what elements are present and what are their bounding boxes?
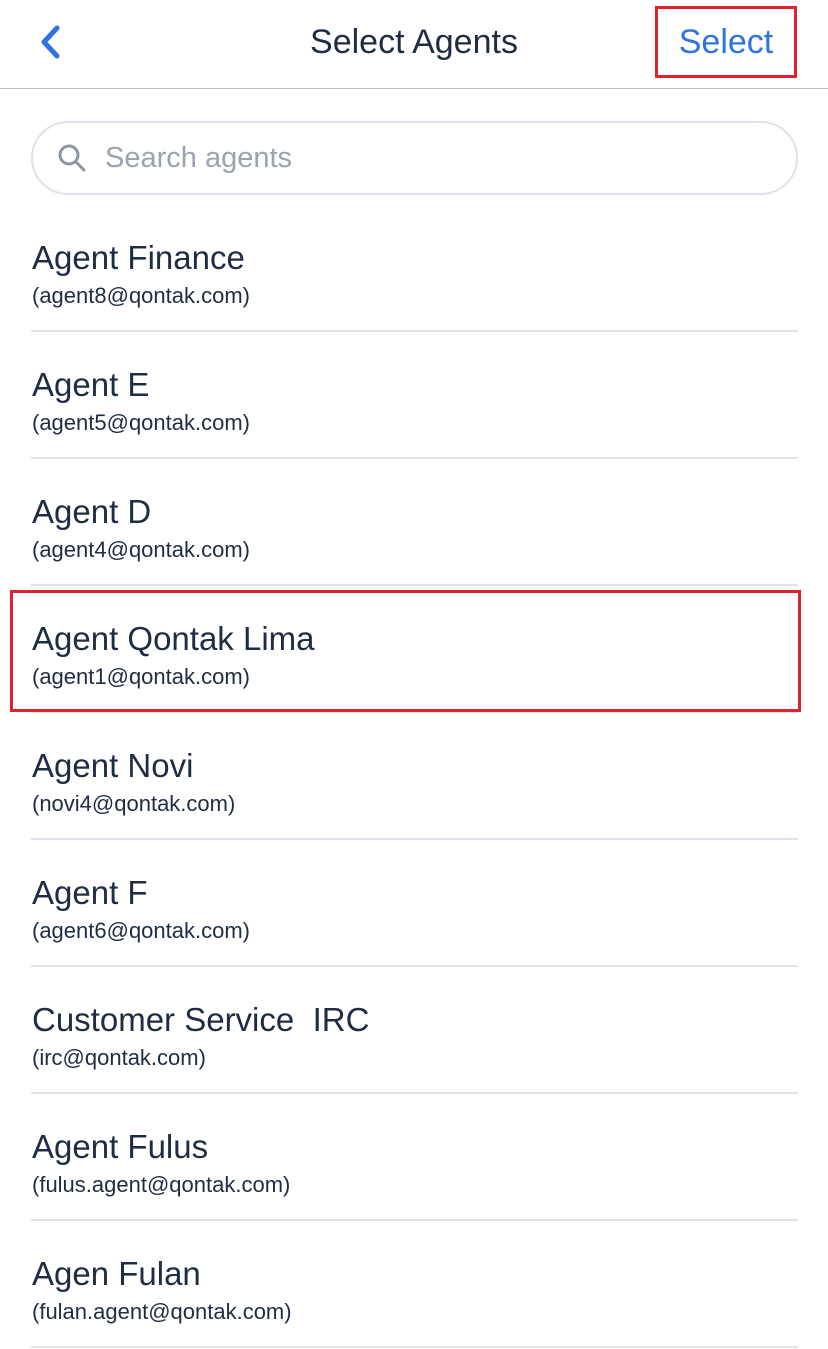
list-item[interactable]: Agent E (agent5@qontak.com) xyxy=(0,332,828,459)
agent-name: Agent F xyxy=(32,874,148,911)
agent-name: Agent Novi xyxy=(32,747,194,784)
agent-name: Customer Service IRC xyxy=(32,1001,370,1038)
agent-name: Agent E xyxy=(32,366,150,403)
agent-name: Agent Fulus xyxy=(32,1128,209,1165)
agent-list: Agent Finance (agent8@qontak.com) Agent … xyxy=(0,205,828,1348)
search-icon xyxy=(58,144,86,172)
list-item[interactable]: Agent Novi (novi4@qontak.com) xyxy=(0,713,828,840)
list-item[interactable]: Agent Finance (agent8@qontak.com) xyxy=(0,205,828,332)
agent-email: (novi4@qontak.com) xyxy=(32,791,236,816)
search-input[interactable] xyxy=(105,123,765,193)
list-item[interactable]: Agen Fulan (fulan.agent@qontak.com) xyxy=(0,1221,828,1348)
select-button[interactable]: Select xyxy=(655,6,797,78)
list-item[interactable]: Customer Service IRC (irc@qontak.com) xyxy=(0,967,828,1094)
agent-email: (irc@qontak.com) xyxy=(32,1045,206,1070)
agent-email: (agent4@qontak.com) xyxy=(32,537,251,562)
agent-email: (fulan.agent@qontak.com) xyxy=(32,1299,292,1324)
agent-email: (fulus.agent@qontak.com) xyxy=(32,1172,291,1197)
list-item[interactable]: Agent Fulus (fulus.agent@qontak.com) xyxy=(0,1094,828,1221)
divider xyxy=(31,1346,798,1348)
agent-email: (agent8@qontak.com) xyxy=(32,283,251,308)
agent-name: Agent Qontak Lima xyxy=(32,620,315,657)
list-item[interactable]: Agent F (agent6@qontak.com) xyxy=(0,840,828,967)
search-bar[interactable] xyxy=(31,121,798,195)
agent-email: (agent6@qontak.com) xyxy=(32,918,251,943)
list-item[interactable]: Agent D (agent4@qontak.com) xyxy=(0,459,828,586)
agent-email: (agent1@qontak.com) xyxy=(32,664,251,689)
agent-email: (agent5@qontak.com) xyxy=(32,410,251,435)
list-item[interactable]: Agent Qontak Lima (agent1@qontak.com) xyxy=(0,586,828,713)
agent-name: Agent Finance xyxy=(32,239,245,276)
navigation-bar: Select Agents Select xyxy=(0,0,828,89)
agent-name: Agent D xyxy=(32,493,152,530)
agent-name: Agen Fulan xyxy=(32,1255,201,1292)
